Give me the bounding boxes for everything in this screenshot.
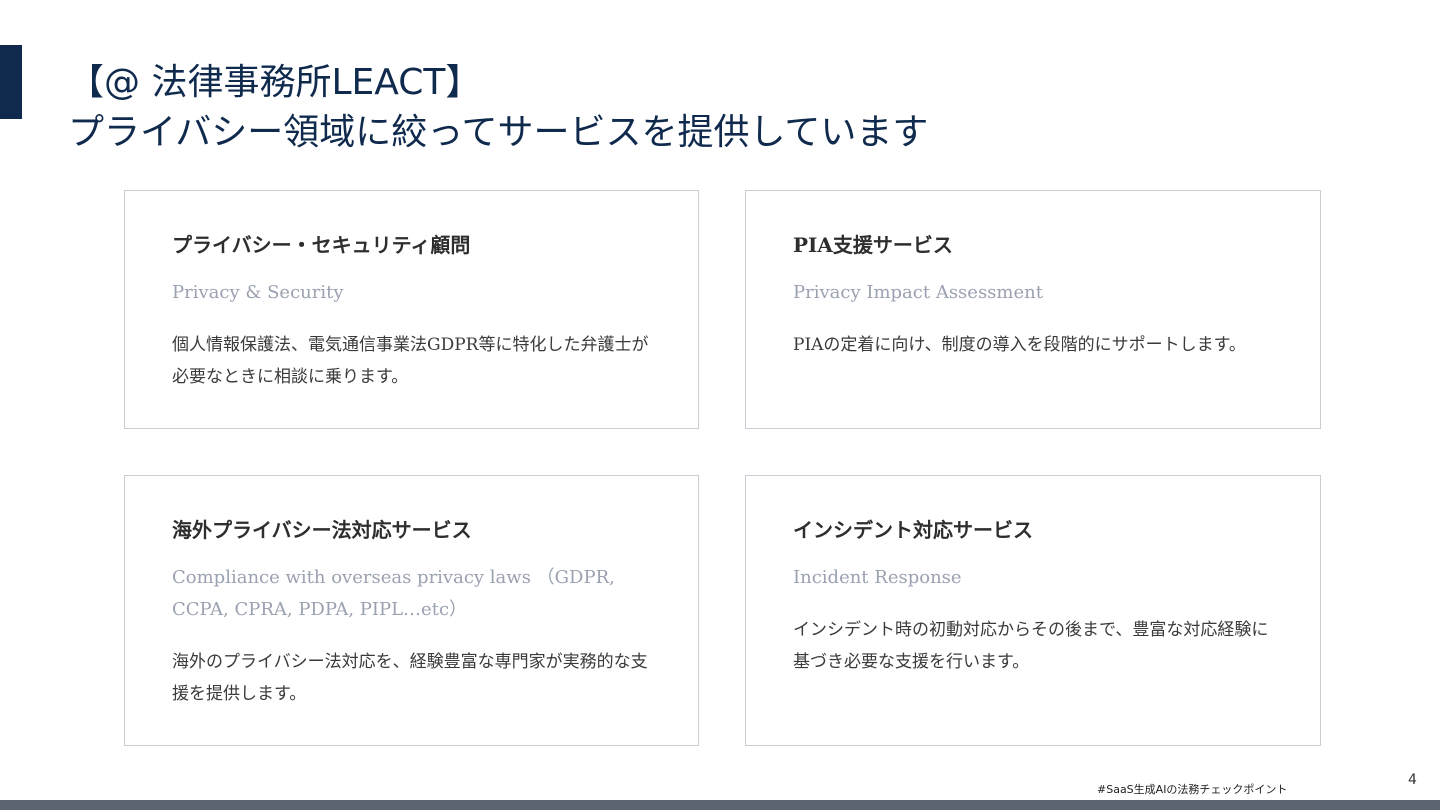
card-title: インシデント対応サービス: [793, 518, 1033, 542]
title-accent-bar: [0, 45, 22, 119]
slide-title-line-1: 【@ 法律事務所LEACT】: [68, 62, 482, 103]
card-title: PIA支援サービス: [793, 233, 953, 257]
service-card-incident-response: インシデント対応サービス Incident Response インシデント時の初…: [745, 475, 1321, 746]
card-description: 海外のプライバシー法対応を、経験豊富な専門家が実務的な支援を提供します。: [172, 652, 648, 704]
service-card-pia: PIA支援サービス Privacy Impact Assessment PIAの…: [745, 190, 1321, 429]
card-title: プライバシー・セキュリティ顧問: [172, 233, 471, 257]
footer-hashtag: #SaaS生成AIの法務チェックポイント: [1097, 783, 1288, 796]
slide-title-line-2: プライバシー領域に絞ってサービスを提供しています: [68, 112, 929, 153]
card-subtitle: Incident Response: [793, 567, 962, 588]
service-card-privacy-security: プライバシー・セキュリティ顧問 Privacy & Security 個人情報保…: [124, 190, 699, 429]
page-number: 4: [1408, 772, 1417, 788]
card-title: 海外プライバシー法対応サービス: [172, 518, 472, 542]
slide-title: 【@ 法律事務所LEACT】 プライバシー領域に絞ってサービスを提供しています: [68, 58, 928, 158]
card-subtitle: Compliance with overseas privacy laws （G…: [172, 567, 615, 620]
card-subtitle: Privacy & Security: [172, 282, 344, 303]
card-description: PIAの定着に向け、制度の導入を段階的にサポートします。: [793, 335, 1246, 355]
card-description: 個人情報保護法、電気通信事業法GDPR等に特化した弁護士が必要なときに相談に乗り…: [172, 335, 649, 387]
card-subtitle: Privacy Impact Assessment: [793, 282, 1043, 303]
card-description: インシデント時の初動対応からその後まで、豊富な対応経験に基づき必要な支援を行いま…: [793, 620, 1269, 672]
footer-bar: [0, 800, 1440, 810]
service-card-overseas-privacy: 海外プライバシー法対応サービス Compliance with overseas…: [124, 475, 699, 746]
